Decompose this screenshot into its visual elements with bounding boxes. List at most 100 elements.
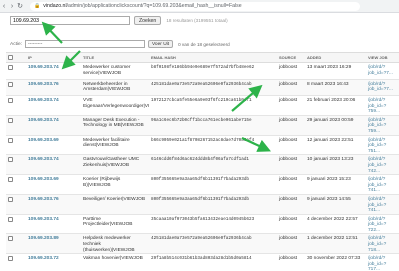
row-checkbox[interactable] [8,81,13,87]
row-checkbox[interactable] [8,98,13,103]
reload-icon[interactable]: ↻ [16,2,24,11]
source: jobboost [277,233,305,255]
forward-icon[interactable]: › [8,2,16,11]
action-label: Actie: [10,41,22,47]
ip-link[interactable]: 109.69.203.69 [26,174,81,195]
ip-link[interactable]: 109.69.203.76 [26,79,81,96]
view-job-link[interactable]: /job/rd/?job_id=?759... [366,95,399,116]
job-title: Koerier (Rijbewijs B)|VIEWJOB [81,174,149,195]
row-checkbox[interactable] [8,236,13,242]
email-hash: 800f355665e9a3aa65df6b11391f7bada293db [149,174,277,195]
ip-link[interactable]: 109.69.203.74 [26,62,81,80]
view-job-link[interactable]: /job/rd/?job_id=?717... [366,253,399,271]
added-date: 29 januari 2023 00:59 [305,115,366,136]
added-date: 4 december 2022 22:57 [305,214,366,235]
row-select-cell [6,95,26,116]
row-select-cell [6,174,26,195]
column-header-title[interactable]: TITLE [81,52,149,63]
source: jobboost [277,135,305,156]
view-job-link[interactable]: /job/rd/?job_id=?741... [366,174,399,195]
email-hash: 29f1a8b514c031b61b3ad803da28d1b5d0a5814 [149,253,277,271]
view-job-link[interactable]: /job/rd/?job_id=?7... [366,62,399,80]
search-input[interactable]: 109.69.203 [10,16,130,25]
row-checkbox[interactable] [8,117,13,123]
job-title: VVE Eigenaar/Verlegenwoordiger|VIEWJOB [81,95,149,116]
search-button[interactable]: Zoeken [134,16,162,25]
ip-link[interactable]: 109.69.203.76 [26,194,81,215]
job-title: Gastvrouw/Gastheer UMC Ziekenhuis|VIEWJO… [81,154,149,176]
ip-link[interactable]: 109.69.203.69 [26,135,81,156]
view-job-link[interactable]: /job/rd/?job_id=?742... [366,154,399,176]
view-job-link[interactable]: /job/rd/?job_id=?722... [366,214,399,235]
column-header-view-job[interactable]: VIEW JOB [366,52,399,63]
column-header-added[interactable]: ADDED [305,52,366,63]
table-row: 109.69.203.69 Medewerker facilitaire die… [6,135,399,156]
row-checkbox[interactable] [8,137,13,143]
ip-link[interactable]: 109.69.203.72 [26,253,81,271]
row-checkbox[interactable] [8,196,13,202]
email-hash: 800f355665e9a3aa65df6b11391f7bada293db [149,194,277,215]
view-job-link[interactable]: /job/rd/?job_id=?718... [366,233,399,255]
ip-link[interactable]: 109.69.203.74 [26,214,81,235]
select-all-checkbox[interactable] [8,54,13,60]
table-row: 109.69.203.72 Vakman hovenier|VIEWJOB 29… [6,253,399,271]
action-select[interactable]: --------- [25,40,145,48]
row-checkbox[interactable] [8,157,13,163]
action-go-button[interactable]: Voer Uit [148,40,174,48]
row-select-cell [6,233,26,255]
added-date: 30 november 2022 07:33 [305,253,366,271]
email-hash: 425181dae0a73e572a9ea52606e0fa2936b4cab [149,233,277,255]
ip-link[interactable]: 109.69.203.74 [26,95,81,116]
added-date: 9 januari 2023 15:23 [305,174,366,195]
job-title: Beveiliger/ Koerier|VIEWJOB [81,194,149,215]
table-row: 109.69.203.74 VVE Eigenaar/Verlegenwoord… [6,95,399,116]
row-select-cell [6,115,26,136]
job-title: Helpdesk medewerker techniek (thuiswerke… [81,233,149,255]
email-hash: 35caaa10af073043b5fa613432eae14d0945b623 [149,214,277,235]
table-header-row: IP TITLE EMAIL HASH SOURCE ADDED VIEW JO… [6,52,399,63]
row-checkbox[interactable] [8,256,13,262]
column-header-source[interactable]: SOURCE [277,52,305,63]
selection-count: 0 van de 18 geselecteerd [178,41,230,47]
column-header-ip[interactable]: IP [26,52,81,63]
search-bar: 109.69.203 Zoeken 18 resultaten (3199551… [10,16,228,25]
added-date: 13 maart 2023 16:29 [305,62,366,80]
row-select-cell [6,214,26,235]
row-checkbox[interactable] [8,177,13,183]
table-row: 109.69.203.74 Manager Desk Execution - T… [6,115,399,136]
ip-link[interactable]: 109.69.203.89 [26,233,81,255]
row-select-cell [6,194,26,215]
email-hash: b8f0198fe186bb94e9e689e7f572ad7bfb48ee62 [149,62,277,80]
added-date: 12 januari 2023 22:51 [305,135,366,156]
back-icon[interactable]: ‹ [0,2,8,11]
email-hash: 1972127cbca5fe55e6a9e03f6fc219ca61b0df1 [149,95,277,116]
table-row: 109.69.203.76 Beveiliger/ Koerier|VIEWJO… [6,194,399,215]
source: jobboost [277,214,305,235]
source: jobboost [277,194,305,215]
column-header-email-hash[interactable]: EMAIL HASH [149,52,277,63]
added-date: 10 januari 2023 13:23 [305,154,366,176]
source: jobboost [277,115,305,136]
row-checkbox[interactable] [8,65,13,70]
actions-bar: Actie: --------- Voer Uit 0 van de 18 ge… [10,40,230,48]
ip-link[interactable]: 109.69.203.74 [26,115,81,136]
address-bar[interactable]: 🔒 vindazo.nl/admin/job/applicationclicks… [30,1,360,11]
job-title: Vakman hovenier|VIEWJOB [81,253,149,271]
results-table: IP TITLE EMAIL HASH SOURCE ADDED VIEW JO… [6,52,399,271]
added-date: 1 december 2022 12:51 [305,233,366,255]
view-job-link[interactable]: /job/rd/?job_id=?751... [366,135,399,156]
row-checkbox[interactable] [8,216,13,222]
row-select-cell [6,79,26,96]
view-job-link[interactable]: /job/rd/?job_id=?759... [366,115,399,136]
ip-link[interactable]: 109.69.203.74 [26,154,81,176]
view-job-link[interactable]: /job/rd/?job_id=?741... [366,194,399,215]
source: jobboost [277,253,305,271]
source: jobboost [277,79,305,96]
table-row: 109.69.203.76 Netwerkbeheerder in Amster… [6,79,399,96]
job-title: Medewerker customer service|VIEWJOB [81,62,149,80]
table-row: 109.69.203.74 Parttime Projectleider|VIE… [6,214,399,235]
view-job-link[interactable]: /job/rd/?job_id=?7... [366,79,399,96]
job-title: Parttime Projectleider|VIEWJOB [81,214,149,235]
source: jobboost [277,174,305,195]
browser-toolbar: ‹ › ↻ 🔒 vindazo.nl/admin/job/application… [0,0,399,13]
